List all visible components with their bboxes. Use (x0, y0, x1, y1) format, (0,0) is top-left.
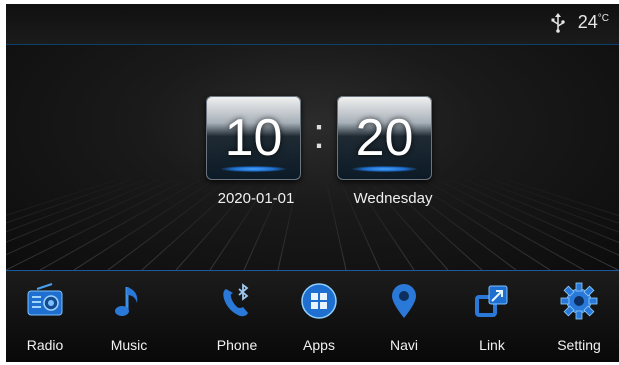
dock-label-navi: Navi (389, 337, 418, 353)
clock-area: 10 : 20 2020-01-01 Wednesday (6, 45, 619, 270)
status-right-group: 24°C (550, 12, 609, 33)
dock-item-setting[interactable]: Setting (536, 271, 619, 362)
head-unit-screen: 24°C 10 : 20 2020-01-01 Wednesday Radio … (6, 4, 619, 362)
minutes-digits: 20 (355, 109, 414, 167)
dock-item-radio[interactable]: Radio (6, 271, 88, 362)
dock-label-link: Link (479, 337, 505, 353)
radio-icon (27, 283, 63, 316)
usb-icon (551, 12, 565, 33)
link-screens-icon (475, 285, 508, 317)
music-note-icon (115, 287, 138, 316)
dock-item-music[interactable]: Music (86, 271, 172, 362)
apps-grid-icon (301, 283, 337, 319)
minutes-glow (352, 166, 417, 172)
dock-item-apps[interactable]: Apps (276, 271, 362, 362)
temperature-value: 24 (577, 12, 598, 32)
dock-item-link[interactable]: Link (449, 271, 535, 362)
dock-label-music: Music (110, 337, 148, 353)
clock-separator: : (312, 109, 326, 158)
date-label: 2020-01-01 (217, 190, 295, 207)
bluetooth-phone-icon (223, 283, 249, 317)
map-pin-icon (392, 284, 416, 318)
dock-label-setting: Setting (557, 337, 601, 353)
hours-flip-card: 10 (206, 96, 301, 180)
weekday-label: Wednesday (353, 190, 433, 207)
hours-glow (221, 166, 286, 172)
dock-item-phone[interactable]: Phone (194, 271, 280, 362)
dock-item-navi[interactable]: Navi (361, 271, 447, 362)
dock-label-radio: Radio (26, 337, 64, 353)
hours-digits: 10 (224, 109, 283, 167)
app-dock: Radio Music Phone Apps Navi Link Setting (6, 270, 619, 362)
minutes-flip-card: 20 (337, 96, 432, 180)
temperature-unit: °C (597, 13, 609, 24)
temperature-readout: 24°C (578, 12, 609, 33)
dock-label-apps: Apps (303, 337, 335, 353)
status-bar: 24°C (6, 4, 619, 45)
gear-icon (560, 282, 598, 320)
dock-label-phone: Phone (216, 337, 258, 353)
